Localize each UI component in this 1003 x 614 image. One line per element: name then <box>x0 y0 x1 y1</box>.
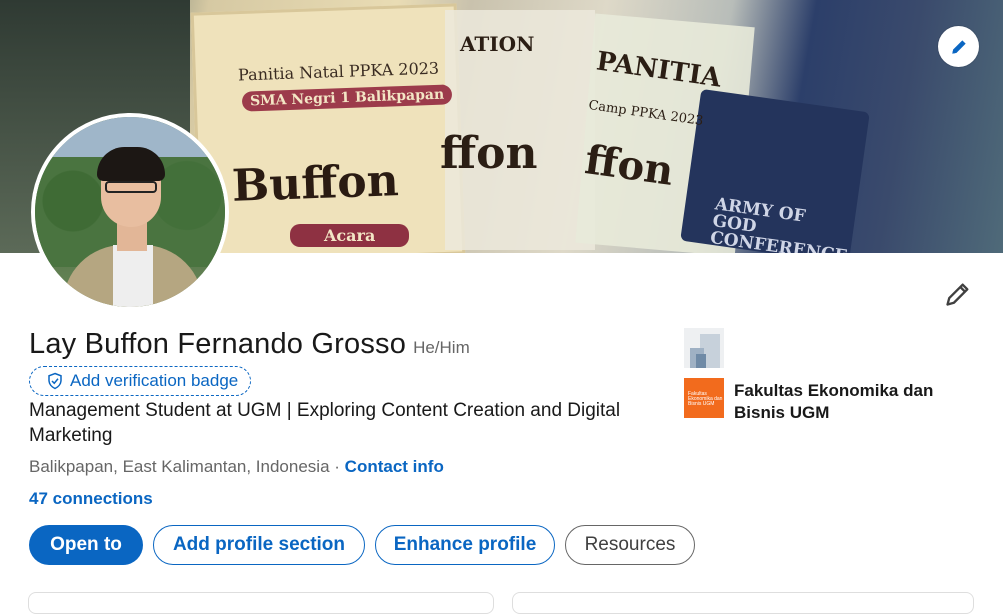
edit-cover-button[interactable] <box>938 26 979 67</box>
separator: · <box>334 457 340 476</box>
verification-label: Add verification badge <box>70 371 239 390</box>
card-edge <box>28 592 494 614</box>
pencil-icon <box>946 283 969 306</box>
contact-info-link[interactable]: Contact info <box>345 457 444 476</box>
avatar-shirt <box>113 245 153 307</box>
profile-headline: Management Student at UGM | Exploring Co… <box>29 400 621 446</box>
cover-text: Acara <box>290 224 410 247</box>
cover-text: ffon <box>440 128 538 179</box>
connections-link[interactable]: 47 connections <box>29 489 153 509</box>
edit-intro-button[interactable] <box>940 276 976 312</box>
school-logo-text: Fakultas Ekonomika dan Bisnis UGM <box>688 391 723 407</box>
pronouns: He/Him <box>413 338 470 357</box>
school-name-link[interactable]: Fakultas Ekonomika dan Bisnis UGM <box>734 380 954 424</box>
profile-name: Lay Buffon Fernando Grosso <box>29 328 407 360</box>
add-verification-badge-button[interactable]: Add verification badge <box>29 366 252 396</box>
avatar-glasses <box>105 181 157 193</box>
cover-text: Buffon <box>231 155 400 212</box>
add-profile-section-button[interactable]: Add profile section <box>153 525 365 565</box>
company-logo-placeholder[interactable] <box>684 328 724 368</box>
cover-text: ATION <box>460 32 535 56</box>
open-to-button[interactable]: Open to <box>29 525 143 565</box>
card-edge <box>512 592 974 614</box>
building-icon <box>696 354 706 368</box>
profile-location: Balikpapan, East Kalimantan, Indonesia <box>29 457 330 476</box>
name-row: Lay Buffon Fernando Grosso He/Him <box>29 328 470 361</box>
location-row: Balikpapan, East Kalimantan, Indonesia ·… <box>29 457 444 477</box>
cover-id-card <box>190 3 466 253</box>
school-logo[interactable]: Fakultas Ekonomika dan Bisnis UGM <box>684 378 724 418</box>
profile-photo[interactable] <box>31 113 229 311</box>
shield-check-icon <box>48 372 62 390</box>
resources-button[interactable]: Resources <box>565 525 695 565</box>
enhance-profile-button[interactable]: Enhance profile <box>375 525 555 565</box>
pencil-icon <box>951 39 966 54</box>
